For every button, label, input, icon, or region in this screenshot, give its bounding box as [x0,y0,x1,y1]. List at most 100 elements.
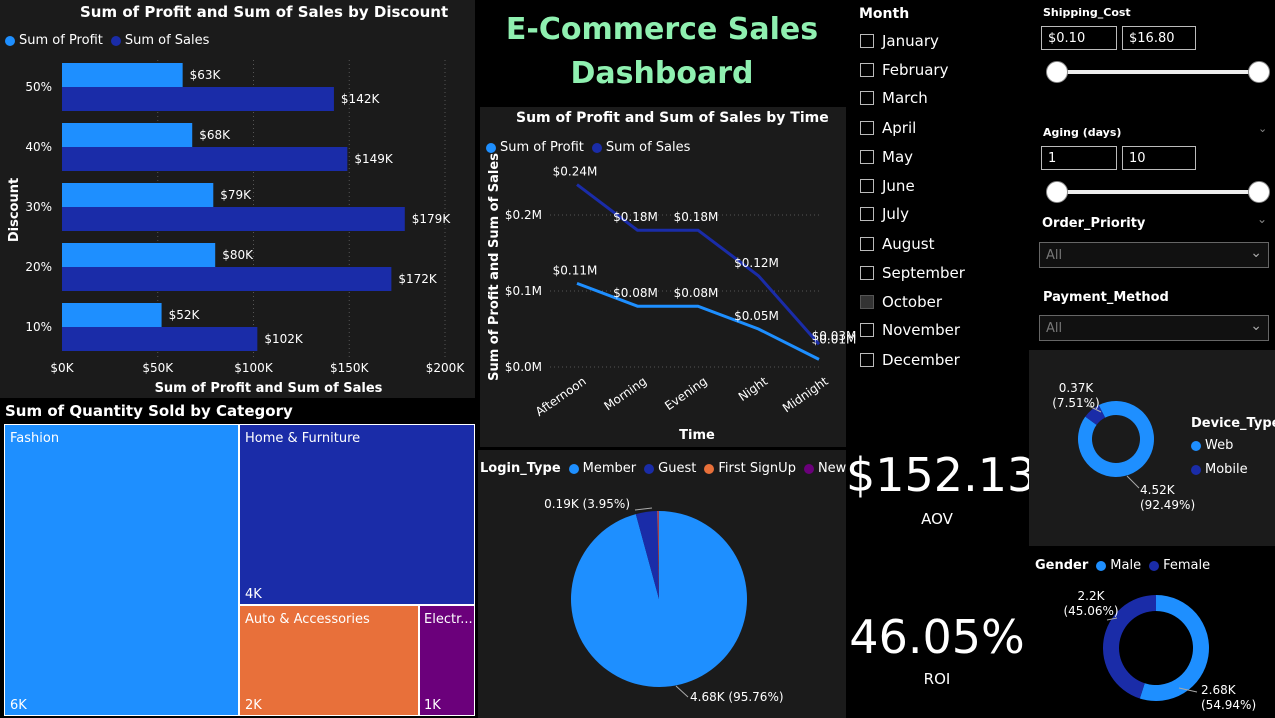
roi-kpi-label: ROI [923,670,951,688]
profit-bar [62,183,214,207]
dashboard-title-line-1: E-Commerce Sales [505,12,819,47]
aov-kpi-value: $152.13 [846,448,1037,502]
x-tick-label: Afternoon [533,374,589,419]
order-priority-dropdown[interactable]: All ⌄ [1039,242,1269,268]
month-option-label: October [882,293,943,311]
shipping-cost-slider-track[interactable] [1058,70,1258,74]
aging-chevron-icon[interactable]: ⌄ [1258,122,1267,135]
y-axis-title: Discount [7,178,22,242]
treemap-tile-value: 1K [424,698,441,713]
y-tick-label: $0.1M [505,284,542,298]
data-label-value: 4.52K [1140,483,1176,497]
checkbox[interactable] [860,237,874,251]
aging-min-handle[interactable] [1046,181,1068,203]
month-option-label: March [882,89,928,107]
x-axis-title: Sum of Profit and Sum of Sales [155,381,383,396]
y-tick-label: 40% [25,140,52,154]
data-label-pct: (45.06%) [1063,604,1118,618]
treemap-tile-home-furniture[interactable]: Home & Furniture 4K [239,424,475,605]
month-option-july[interactable]: July [860,205,909,223]
aging-max-handle[interactable] [1248,181,1270,203]
y-tick-label: 50% [25,80,52,94]
month-option-february[interactable]: February [860,61,948,79]
month-option-january[interactable]: January [860,32,939,50]
month-option-label: July [882,205,909,223]
aging-slider-track[interactable] [1058,190,1258,194]
aging-min-input[interactable]: 1 [1041,146,1117,170]
data-label: $0.03M [812,329,857,343]
month-option-august[interactable]: August [860,235,935,253]
payment-method-value: All [1046,321,1063,336]
data-label: $102K [264,332,304,346]
time-chart-panel: Sum of Profit and Sum of Sales by Time S… [480,107,856,447]
x-tick-label: Midnight [780,374,831,416]
month-option-may[interactable]: May [860,148,913,166]
order-priority-collapse-icon[interactable]: ⌄ [1257,212,1267,226]
data-label: $0.12M [734,256,779,270]
data-label: 4.68K (95.76%) [690,690,784,704]
data-label: $0.18M [613,210,658,224]
x-tick-label: $100K [234,361,274,375]
month-option-september[interactable]: September [860,264,965,282]
treemap-tile-name: Fashion [10,431,60,446]
shipping-cost-max-input[interactable]: $16.80 [1122,26,1196,50]
month-option-december[interactable]: December [860,351,960,369]
checkbox[interactable] [860,179,874,193]
leader-line [634,507,653,511]
x-tick-label: $200K [426,361,466,375]
data-label: $149K [354,152,394,166]
month-option-june[interactable]: June [860,177,915,195]
checkbox[interactable] [860,121,874,135]
aging-max-input[interactable]: 10 [1122,146,1196,170]
login-pie-chart: 0.19K (3.95%) 4.68K (95.76%) [544,497,784,704]
checkbox[interactable] [860,34,874,48]
x-axis-title: Time [679,428,715,443]
y-axis-title: Sum of Profit and Sum of Sales [487,153,502,381]
checkbox[interactable] [860,266,874,280]
order-priority-value: All [1046,248,1063,263]
x-tick-label: $150K [330,361,370,375]
data-label: $0.18M [674,210,719,224]
checkbox[interactable] [860,63,874,77]
shipping-cost-min-handle[interactable] [1046,61,1068,83]
y-tick-label: 20% [25,260,52,274]
time-line-chart: $0.0M $0.1M $0.2M Afternoon Morning Evening Ni… [487,153,856,443]
shipping-cost-max-handle[interactable] [1248,61,1270,83]
treemap-tile-fashion[interactable]: Fashion 6K [4,424,239,716]
payment-method-dropdown[interactable]: All ⌄ [1039,315,1269,341]
month-option-label: April [882,119,917,137]
month-option-label: November [882,321,961,339]
data-label-value: 2.2K [1078,589,1106,603]
month-option-april[interactable]: April [860,119,916,137]
y-tick-label: $0.2M [505,208,542,222]
y-tick-label: 30% [25,200,52,214]
checkbox[interactable] [860,353,874,367]
data-label-value: 2.68K [1201,683,1237,697]
checkbox[interactable] [860,295,874,309]
checkbox[interactable] [860,207,874,221]
profit-bar [62,303,162,327]
treemap-tile-auto-accessories[interactable]: Auto & Accessories 2K [239,605,419,716]
shipping-cost-min-input[interactable]: $0.10 [1041,26,1117,50]
data-label: $0.11M [553,263,598,277]
device-donut-chart: 0.37K(7.51%) 4.52K(92.49%) [1052,381,1195,512]
month-option-label: May [882,148,914,166]
treemap-tile-value: 2K [245,698,262,713]
month-option-label: February [882,61,949,79]
discount-bar-chart: $0K $50K $100K $150K $200K $63K $142K 50% $68K $1… [7,60,466,396]
month-option-october[interactable]: October [860,293,942,311]
payment-method-label: Payment_Method [1043,290,1169,305]
month-option-march[interactable]: March [860,89,928,107]
checkbox[interactable] [860,323,874,337]
treemap-tile-name: Home & Furniture [245,431,361,446]
data-label-pct: (7.51%) [1052,396,1099,410]
data-label: $172K [398,272,438,286]
x-tick-label: Morning [601,374,649,413]
month-option-label: December [882,351,960,369]
order-priority-label: Order_Priority [1042,216,1146,231]
month-option-november[interactable]: November [860,321,960,339]
checkbox[interactable] [860,91,874,105]
sales-bar [62,267,392,291]
checkbox[interactable] [860,150,874,164]
treemap-tile-electronics[interactable]: Electr... 1K [419,605,475,716]
